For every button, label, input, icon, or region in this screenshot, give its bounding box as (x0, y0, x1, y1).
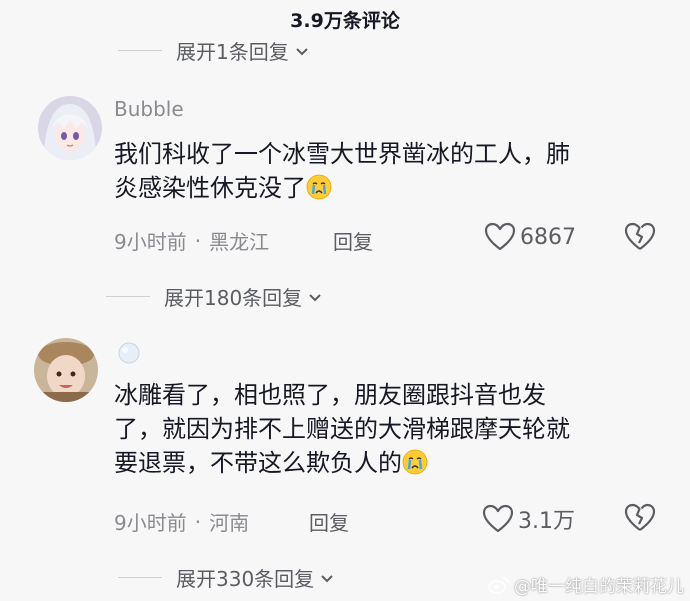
crying-face-icon (306, 174, 332, 200)
comment-text: 冰雕看了，相也照了，朋友圈跟抖音也发 了，就因为排不上赠送的大滑梯跟摩天轮就 要… (114, 378, 674, 480)
crying-face-icon (402, 449, 428, 475)
watermark: @唯一纯白的茉莉花儿 (488, 572, 684, 597)
comment-text-line: 我们科收了一个冰雪大世界凿冰的工人，肺 (114, 140, 570, 168)
comment-text-line: 了，就因为排不上赠送的大滑梯跟摩天轮就 (114, 415, 570, 443)
comment-text-tail: 要退票，不带这么欺负人的 (114, 449, 402, 477)
broken-heart-icon (624, 503, 656, 531)
chevron-down-icon (321, 574, 333, 582)
expand-replies-label: 展开180条回复 (164, 286, 303, 310)
meta-separator: · (194, 509, 202, 534)
like-count: 3.1万 (518, 509, 575, 534)
dislike-button[interactable] (623, 503, 657, 537)
chevron-down-icon (296, 47, 308, 55)
comment-location: 河南 (209, 511, 250, 535)
divider-line (118, 50, 162, 51)
expand-replies-label: 展开1条回复 (176, 40, 289, 64)
comment-location: 黑龙江 (209, 230, 270, 254)
broken-heart-icon (624, 222, 656, 250)
username-emoji-icon (118, 342, 140, 364)
comments-count-title: 3.9万条评论 (290, 10, 400, 32)
comment-text-line-2: 炎感染性休克没了 (114, 171, 674, 205)
weibo-icon (488, 576, 509, 594)
comment-username[interactable]: Bubble (114, 97, 184, 121)
expand-replies-button[interactable]: 展开1条回复 (118, 36, 310, 65)
comment-meta: 9小时前 · 河南 (114, 507, 249, 536)
comment-text-tail: 炎感染性休克没了 (114, 174, 306, 202)
comment-text-line: 冰雕看了，相也照了，朋友圈跟抖音也发 (114, 381, 546, 409)
dislike-button[interactable] (623, 222, 657, 256)
like-button[interactable]: 3.1万 (482, 503, 575, 535)
avatar[interactable] (34, 338, 98, 402)
avatar[interactable] (38, 96, 102, 160)
expand-replies-label: 展开330条回复 (176, 567, 315, 591)
comment-username[interactable] (114, 340, 144, 371)
heart-icon (482, 504, 514, 533)
chevron-down-icon (309, 293, 321, 301)
reply-button[interactable]: 回复 (309, 507, 349, 536)
like-count: 6867 (520, 224, 576, 250)
avatar-anime-girl (38, 96, 102, 160)
like-button[interactable]: 6867 (484, 222, 576, 252)
heart-icon (484, 222, 516, 251)
comment-meta: 9小时前 · 黑龙江 (114, 226, 269, 255)
comment-text: 我们科收了一个冰雪大世界凿冰的工人，肺 炎感染性休克没了 (114, 137, 674, 205)
meta-separator: · (194, 228, 202, 253)
comment-time: 9小时前 (114, 511, 187, 535)
avatar-child-photo (34, 338, 98, 402)
divider-line (118, 577, 162, 578)
watermark-text: @唯一纯白的茉莉花儿 (514, 577, 684, 597)
comment-time: 9小时前 (114, 230, 187, 254)
comment-text-line-3: 要退票，不带这么欺负人的 (114, 446, 674, 480)
reply-button[interactable]: 回复 (333, 226, 373, 255)
expand-replies-button[interactable]: 展开330条回复 (118, 563, 335, 592)
expand-replies-button[interactable]: 展开180条回复 (106, 282, 323, 311)
divider-line (106, 296, 150, 297)
